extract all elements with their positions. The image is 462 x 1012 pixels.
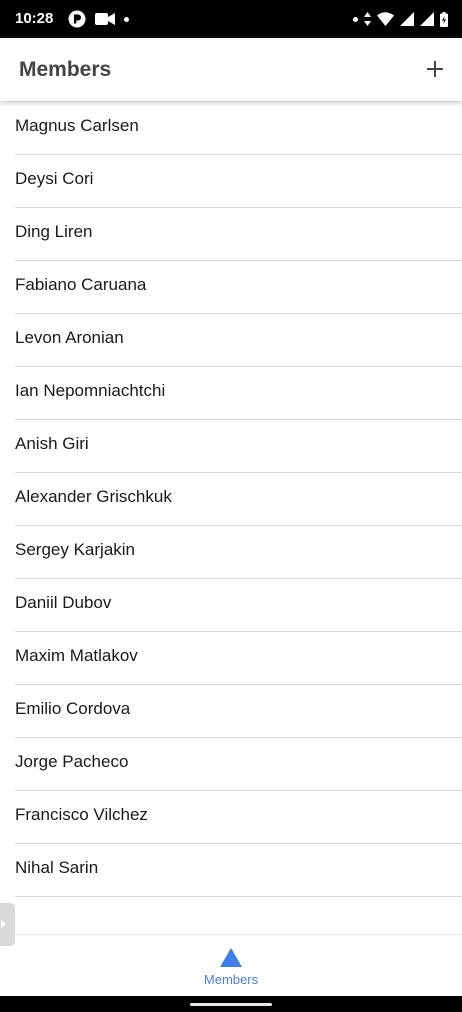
member-name: Levon Aronian: [15, 328, 124, 347]
add-member-button[interactable]: [422, 56, 448, 82]
list-item[interactable]: Jorge Pacheco: [15, 738, 462, 791]
dot-icon: [353, 16, 358, 22]
member-name: Fabiano Caruana: [15, 275, 147, 294]
tab-members[interactable]: Members: [191, 935, 271, 997]
status-time: 10:28: [15, 10, 54, 27]
list-item[interactable]: Alexander Grischkuk: [15, 473, 462, 526]
list-item[interactable]: Nihal Sarin: [15, 844, 462, 897]
video-camera-icon: [95, 13, 115, 25]
list-item[interactable]: Emilio Cordova: [15, 685, 462, 738]
signal-icon: [400, 12, 414, 26]
member-name: Nihal Sarin: [15, 858, 99, 877]
list-item[interactable]: Ding Liren: [15, 208, 462, 261]
member-name: Deysi Cori: [15, 169, 94, 188]
status-left-icons: [68, 9, 129, 29]
member-name: Ian Nepomniachtchi: [15, 381, 166, 400]
home-gesture-handle[interactable]: [190, 1003, 272, 1006]
list-item[interactable]: Ian Nepomniachtchi: [15, 367, 462, 420]
triangle-icon: [220, 948, 242, 967]
page-title: Members: [19, 58, 112, 81]
signal-icon: [420, 12, 434, 26]
plus-icon: [427, 61, 443, 77]
list-item[interactable]: Francisco Vilchez: [15, 791, 462, 844]
status-right-icons: [353, 9, 448, 29]
member-name: Ding Liren: [15, 222, 93, 241]
member-name: Maxim Matlakov: [15, 646, 138, 665]
chevron-right-icon: [1, 920, 6, 928]
member-name: Daniil Dubov: [15, 593, 112, 612]
app-bar: Members: [0, 38, 462, 101]
member-list: Magnus Carlsen Deysi Cori Ding Liren Fab…: [0, 102, 462, 950]
side-drawer-handle[interactable]: [0, 903, 15, 946]
member-name: Alexander Grischkuk: [15, 487, 172, 506]
list-item[interactable]: Deysi Cori: [15, 155, 462, 208]
list-item[interactable]: Sergey Karjakin: [15, 526, 462, 579]
member-name: Sergey Karjakin: [15, 540, 136, 559]
member-name: Francisco Vilchez: [15, 805, 148, 824]
app-notification-icon: [68, 10, 86, 28]
list-item[interactable]: Fabiano Caruana: [15, 261, 462, 314]
tab-label: Members: [203, 972, 259, 987]
member-name: Magnus Carlsen: [15, 116, 139, 135]
battery-icon: [440, 11, 448, 27]
list-item[interactable]: Daniil Dubov: [15, 579, 462, 632]
list-item[interactable]: Levon Aronian: [15, 314, 462, 367]
data-arrows-icon: [364, 12, 371, 26]
member-name: Anish Giri: [15, 434, 89, 453]
member-name: Emilio Cordova: [15, 699, 131, 718]
wifi-icon: [377, 12, 394, 26]
dot-icon: [124, 16, 129, 22]
status-bar: 10:28: [0, 0, 462, 38]
member-name: Jorge Pacheco: [15, 752, 129, 771]
list-item[interactable]: Anish Giri: [15, 420, 462, 473]
list-item[interactable]: Magnus Carlsen: [15, 102, 462, 155]
bottom-navigation: Members: [0, 934, 462, 997]
list-item[interactable]: Maxim Matlakov: [15, 632, 462, 685]
system-navigation-bar: [0, 996, 462, 1012]
